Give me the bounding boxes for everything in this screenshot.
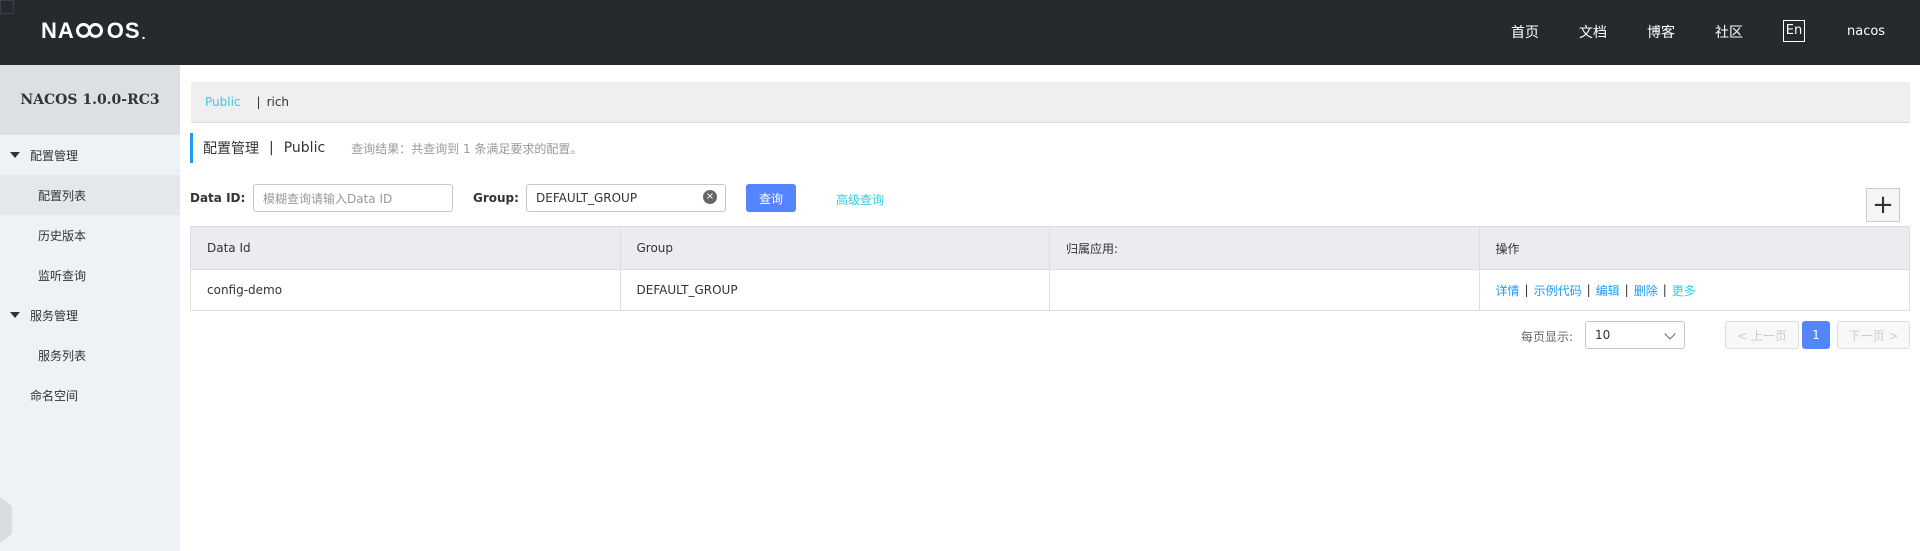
page-title: 配置管理 [203, 141, 259, 157]
sidebar: NACOS 1.0.0-RC3 配置管理 配置列表 历史版本 监听查询 服务管理… [0, 65, 180, 551]
chevron-down-icon [1664, 328, 1676, 340]
sidebar-item-namespace[interactable]: 命名空间 [0, 375, 180, 415]
current-page-button[interactable]: 1 [1802, 321, 1830, 349]
sidebar-group-config[interactable]: 配置管理 [0, 135, 180, 175]
nav-blog[interactable]: 博客 [1647, 22, 1675, 42]
page-size-value: 10 [1595, 328, 1611, 342]
nav-docs[interactable]: 文档 [1579, 22, 1607, 42]
op-sample-code-link[interactable]: 示例代码 [1534, 282, 1582, 299]
user-menu[interactable]: nacos [1847, 24, 1885, 39]
advanced-search-link[interactable]: 高级查询 [836, 191, 884, 208]
namespace-bar: Public | rich [191, 82, 1910, 123]
op-separator: | [1624, 283, 1629, 297]
page-title-separator: | [269, 140, 274, 156]
logo-infinity-icon [75, 22, 106, 40]
sidebar-title: NACOS 1.0.0-RC3 [0, 65, 180, 135]
sidebar-item-service-list[interactable]: 服务列表 [0, 335, 180, 375]
header-group: Group [621, 227, 1050, 269]
page-size-label: 每页显示: [1521, 330, 1574, 344]
sidebar-group-label: 配置管理 [30, 148, 79, 163]
logo-text-left: NA [41, 18, 75, 43]
namespace-rich[interactable]: rich [267, 95, 289, 109]
next-page-button[interactable]: 下一页 > [1837, 321, 1910, 349]
nacos-logo[interactable]: NA OS . [41, 18, 146, 44]
sidebar-group-service[interactable]: 服务管理 [0, 295, 180, 335]
sidebar-item-history[interactable]: 历史版本 [0, 215, 180, 255]
cell-ops: 详情 | 示例代码 | 编辑 | 删除 | 更多 [1480, 270, 1910, 310]
namespace-public[interactable]: Public [205, 95, 241, 109]
data-id-input[interactable]: 模糊查询请输入Data ID [253, 184, 453, 212]
cell-data-id: config-demo [191, 270, 621, 310]
op-separator: | [1524, 283, 1529, 297]
cell-app [1050, 270, 1480, 310]
header-app: 归属应用: [1050, 227, 1480, 269]
nav-home[interactable]: 首页 [1511, 22, 1539, 42]
caret-down-icon [10, 152, 20, 158]
op-separator: | [1586, 283, 1591, 297]
sidebar-group-label: 服务管理 [30, 308, 79, 323]
nav-community[interactable]: 社区 [1715, 22, 1743, 42]
op-detail-link[interactable]: 详情 [1496, 282, 1520, 299]
op-more-link[interactable]: 更多 [1672, 282, 1696, 299]
header-ops: 操作 [1495, 241, 1520, 256]
top-navbar: NA OS . 首页 文档 博客 社区 En nacos [0, 0, 1920, 65]
op-delete-link[interactable]: 删除 [1634, 282, 1658, 299]
config-table: Data Id Group 归属应用: 操作 config-demo DEFAU… [190, 226, 1910, 311]
prev-page-button[interactable]: < 上一页 [1725, 321, 1799, 349]
op-separator: | [1662, 283, 1667, 297]
sidebar-item-listener[interactable]: 监听查询 [0, 255, 180, 295]
table-row: config-demo DEFAULT_GROUP 详情 | 示例代码 | 编辑… [191, 269, 1909, 310]
page-header: 配置管理 | Public 查询结果：共查询到 1 条满足要求的配置。 [190, 133, 582, 163]
cell-group: DEFAULT_GROUP [621, 270, 1050, 310]
caret-down-icon [10, 312, 20, 318]
logo-dot: . [141, 26, 147, 42]
group-input[interactable]: DEFAULT_GROUP [526, 184, 726, 212]
page-size-select[interactable]: 10 [1585, 321, 1685, 349]
logo-text-right: OS [106, 18, 141, 43]
header-data-id: Data Id [191, 227, 621, 269]
op-edit-link[interactable]: 编辑 [1596, 282, 1620, 299]
search-button[interactable]: 查询 [746, 184, 796, 212]
page-namespace: Public [283, 140, 326, 156]
corner-widget[interactable] [0, 0, 14, 14]
group-label: Group: [473, 191, 519, 205]
clear-icon[interactable]: × [703, 190, 717, 204]
language-toggle-button[interactable]: En [1783, 20, 1805, 42]
sidebar-item-config-list[interactable]: 配置列表 [0, 175, 180, 215]
namespace-separator: | [256, 95, 261, 109]
sidebar-collapse-handle[interactable] [0, 497, 12, 543]
table-header: Data Id Group 归属应用: 操作 [191, 227, 1909, 269]
add-config-button[interactable]: + [1866, 188, 1900, 222]
query-result-text: 查询结果：共查询到 1 条满足要求的配置。 [351, 141, 583, 156]
data-id-label: Data ID: [190, 191, 246, 205]
